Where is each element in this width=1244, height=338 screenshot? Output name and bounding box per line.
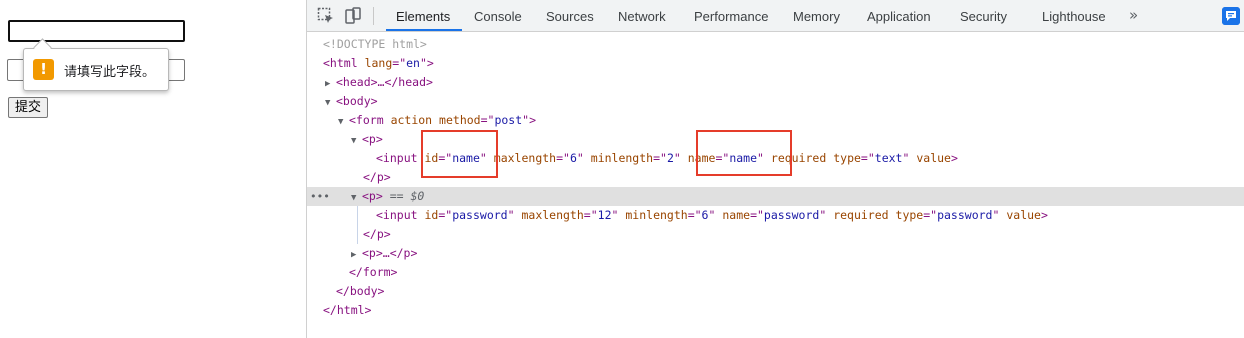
tab-lighthouse[interactable]: Lighthouse — [1042, 0, 1106, 31]
dom-node-body[interactable]: ▼ <body> — [307, 92, 1244, 111]
warning-icon: ! — [33, 59, 54, 80]
attr-value: 12 — [597, 208, 612, 222]
tag-p: <p> — [362, 189, 383, 203]
tab-elements[interactable]: Elements — [396, 0, 450, 31]
validation-tooltip: ! 请填写此字段。 — [23, 48, 169, 91]
more-tabs-icon[interactable]: » — [1129, 6, 1138, 24]
tab-application[interactable]: Application — [867, 0, 931, 31]
dom-node-doctype[interactable]: <!DOCTYPE html> — [307, 35, 1244, 54]
page-preview: 提交 ! 请填写此字段。 — [0, 0, 306, 338]
tab-console[interactable]: Console — [474, 0, 522, 31]
attr-name: method — [439, 113, 481, 127]
attr-value: password — [452, 208, 508, 222]
doctype-text: <!DOCTYPE html> — [323, 37, 427, 51]
tree-indent-guide — [357, 206, 358, 244]
tag-p-close: </p> — [363, 227, 391, 241]
tag-close: > — [1040, 208, 1048, 222]
tag-close: > — [529, 113, 537, 127]
name-input[interactable] — [8, 20, 185, 42]
dom-node-form-close[interactable]: </form> — [307, 263, 1244, 282]
tab-performance[interactable]: Performance — [694, 0, 768, 31]
tag-input: <input — [376, 208, 418, 222]
tab-network[interactable]: Network — [618, 0, 666, 31]
devtools-toolbar: Elements Console Sources Network Perform… — [307, 0, 1244, 32]
tag-input: <input — [376, 151, 418, 165]
tag-p: <p> — [362, 132, 383, 146]
device-toolbar-icon[interactable] — [344, 7, 362, 25]
dom-node-p-collapsed[interactable]: ▶ <p>…</p> — [307, 244, 1244, 263]
active-tab-indicator — [386, 29, 462, 31]
tag-html-close: </html> — [323, 303, 372, 317]
dom-node-html-close[interactable]: </html> — [307, 301, 1244, 320]
attr-name: value — [916, 151, 951, 165]
tab-sources[interactable]: Sources — [546, 0, 594, 31]
submit-button[interactable]: 提交 — [8, 97, 49, 118]
dom-tree[interactable]: <!DOCTYPE html> <html lang="en"> ▶ <head>… — [307, 32, 1244, 338]
toolbar-divider — [373, 7, 374, 25]
tag-close: > — [950, 151, 958, 165]
attr-value: text — [874, 151, 903, 165]
attr-value: password — [763, 208, 820, 222]
tab-memory[interactable]: Memory — [793, 0, 840, 31]
attr-name: minlength — [590, 151, 654, 165]
tag-p: <p>…</p> — [362, 246, 418, 260]
attr-name: id — [424, 208, 439, 222]
dom-node-p-selected[interactable]: ••• ▼ <p> == $0 — [307, 187, 1244, 206]
dom-node-html[interactable]: <html lang="en"> — [307, 54, 1244, 73]
attr-value: 6 — [569, 151, 577, 165]
tag-body-close: </body> — [336, 284, 385, 298]
tag-head: <head>…</head> — [336, 75, 433, 89]
dom-node-input-password[interactable]: <input id="password" maxlength="12" minl… — [307, 206, 1244, 225]
tab-security[interactable]: Security — [960, 0, 1007, 31]
inspect-element-icon[interactable] — [317, 7, 335, 25]
annotation-box-name — [696, 130, 792, 176]
dom-node-body-close[interactable]: </body> — [307, 282, 1244, 301]
dom-node-head[interactable]: ▶ <head>…</head> — [307, 73, 1244, 92]
tag-close: > — [426, 56, 434, 70]
attr-name: name — [722, 208, 751, 222]
attr-value: post — [494, 113, 523, 127]
dom-node-p-close[interactable]: </p> — [307, 225, 1244, 244]
issues-badge-icon[interactable] — [1222, 7, 1240, 25]
attr-value: en — [406, 56, 420, 70]
dom-node-form[interactable]: ▼ <form action method="post"> — [307, 111, 1244, 130]
tag-form-close: </form> — [349, 265, 398, 279]
attr-name: lang — [364, 56, 393, 70]
attr-name: required — [833, 208, 889, 222]
tag-body: <body> — [336, 94, 378, 108]
attr-value: password — [937, 208, 993, 222]
attr-name: type — [895, 208, 924, 222]
selected-node-hint: == $0 — [389, 189, 425, 203]
tag-form: <form — [349, 113, 384, 127]
attr-name: type — [833, 151, 861, 165]
annotation-box-id — [421, 130, 498, 178]
devtools-panel: Elements Console Sources Network Perform… — [306, 0, 1244, 338]
attr-name: action — [390, 113, 433, 127]
attr-name: minlength — [625, 208, 688, 222]
tag-html: <html — [323, 56, 358, 70]
attr-value: 2 — [666, 151, 674, 165]
tag-p-close: </p> — [363, 170, 391, 184]
attr-name: maxlength — [521, 208, 584, 222]
attr-name: value — [1006, 208, 1041, 222]
more-options-icon[interactable]: ••• — [310, 187, 330, 206]
validation-message: 请填写此字段。 — [64, 65, 156, 80]
attr-name: maxlength — [493, 151, 557, 165]
